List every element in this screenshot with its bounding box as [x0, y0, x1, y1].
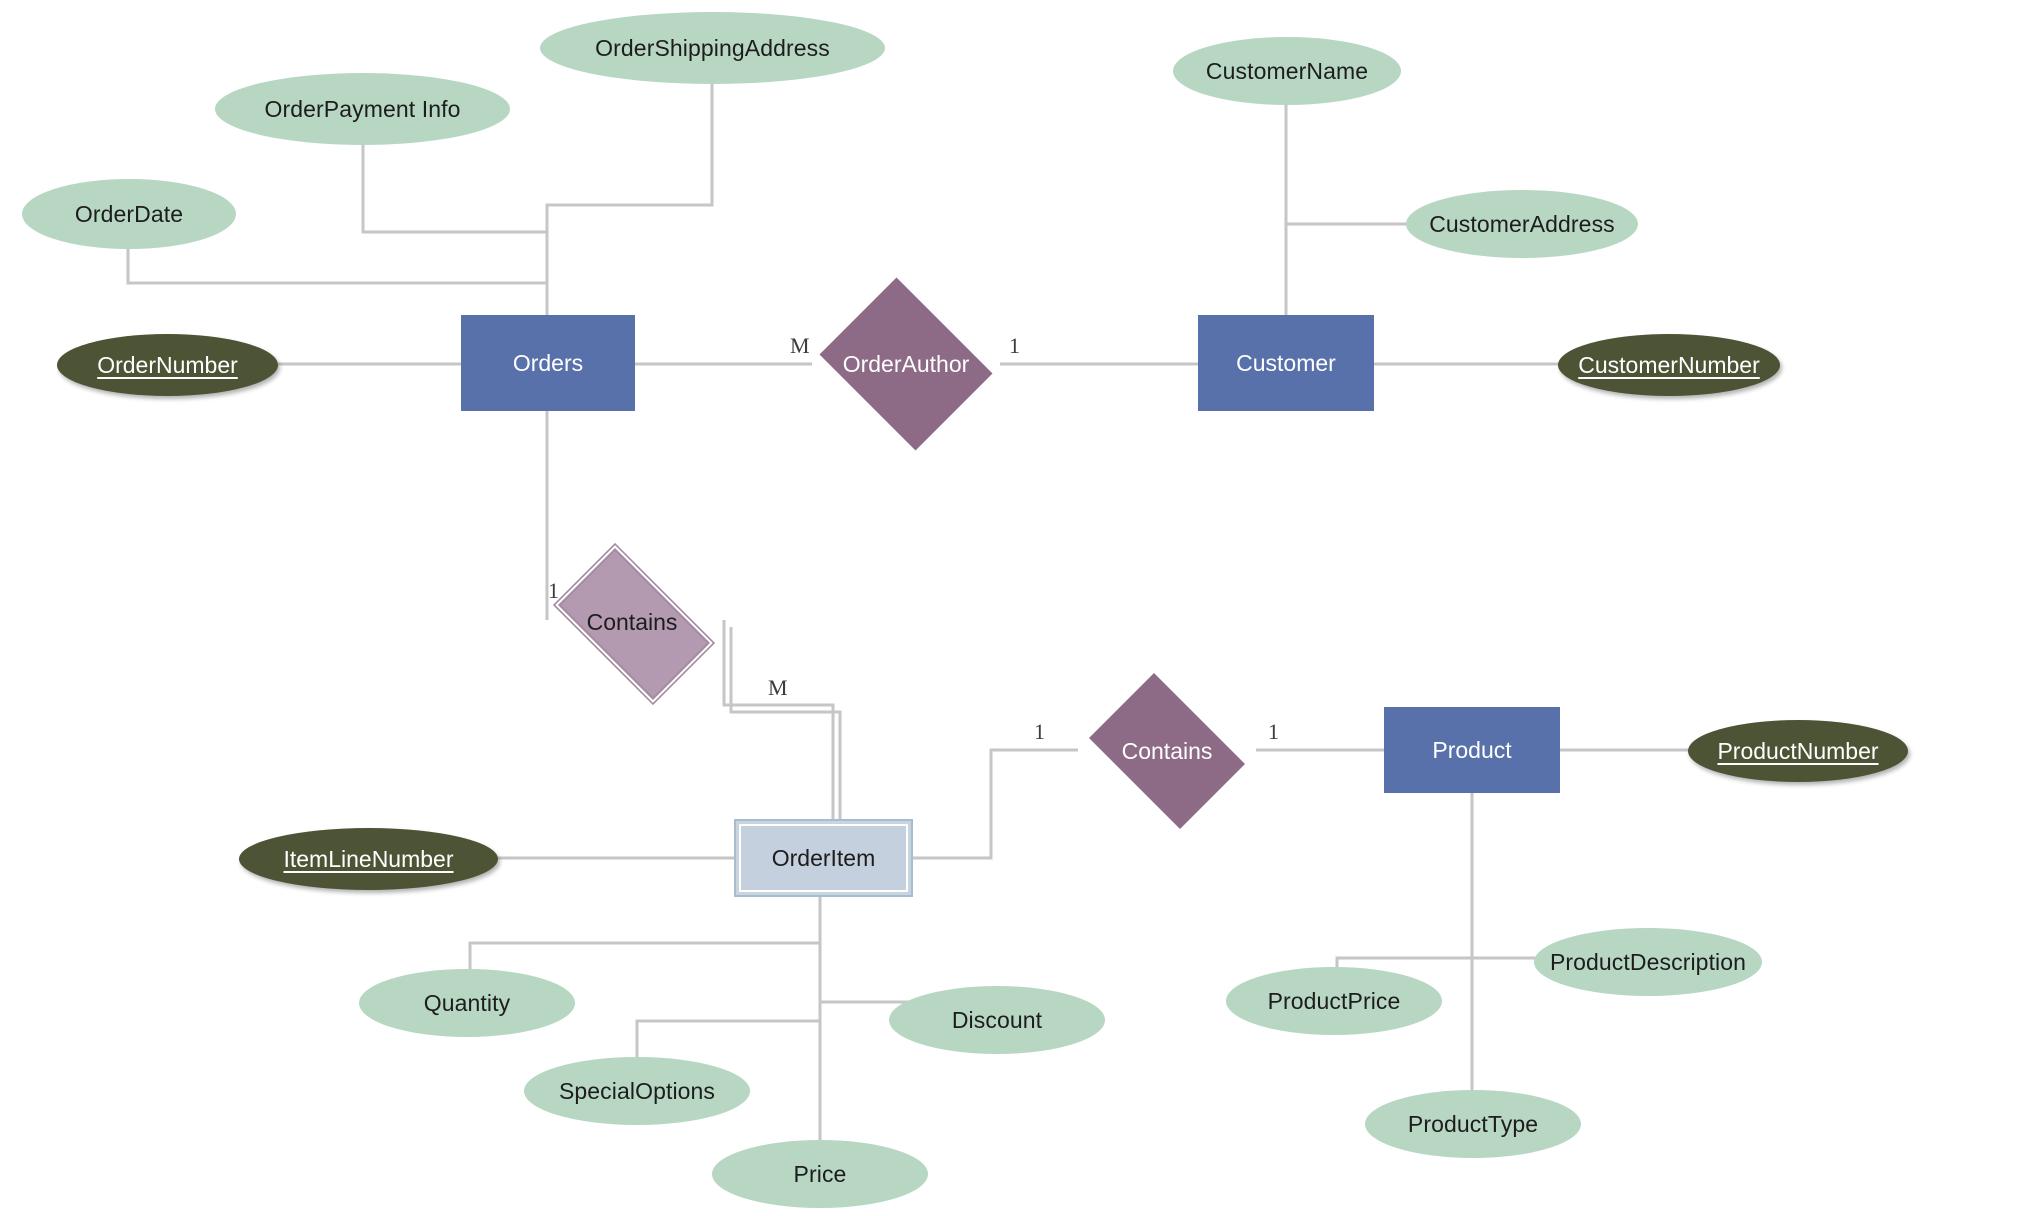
attribute-label: Price: [793, 1160, 847, 1187]
cardinality-orders-orderauthor: M: [790, 333, 810, 358]
entity-label: Orders: [512, 349, 584, 376]
attribute-label: CustomerName: [1205, 57, 1369, 84]
attribute-label: SpecialOptions: [558, 1077, 716, 1104]
attribute-label: ProductPrice: [1267, 987, 1401, 1014]
key-attribute-label: ProductNumber: [1717, 737, 1879, 764]
attribute-special-options[interactable]: SpecialOptions: [524, 1057, 750, 1125]
entity-label: Customer: [1236, 349, 1336, 376]
attribute-label: Discount: [951, 1006, 1043, 1033]
attribute-order-date[interactable]: OrderDate: [22, 179, 236, 249]
cardinality-contains-orderitem: M: [768, 675, 788, 700]
relationship-contains-product[interactable]: Contains: [1076, 673, 1258, 829]
key-attribute-label: CustomerNumber: [1578, 351, 1760, 378]
cardinality-orderitem-contains-product: 1: [1034, 719, 1045, 744]
attribute-label: CustomerAddress: [1429, 210, 1615, 237]
attribute-label: Quantity: [423, 989, 511, 1016]
attribute-order-shipping-address[interactable]: OrderShippingAddress: [540, 12, 885, 84]
attribute-customer-address[interactable]: CustomerAddress: [1406, 190, 1638, 258]
attribute-product-price[interactable]: ProductPrice: [1226, 967, 1442, 1035]
key-attribute-product-number[interactable]: ProductNumber: [1688, 720, 1908, 782]
key-attribute-label: OrderNumber: [97, 351, 238, 378]
attribute-order-payment-info[interactable]: OrderPayment Info: [215, 73, 510, 145]
entity-label: Product: [1432, 736, 1512, 763]
attribute-discount[interactable]: Discount: [889, 986, 1105, 1054]
attribute-label: OrderPayment Info: [264, 95, 461, 122]
attribute-label: OrderShippingAddress: [595, 34, 830, 61]
cardinality-orderauthor-customer: 1: [1009, 333, 1020, 358]
attribute-price[interactable]: Price: [712, 1140, 928, 1208]
attribute-quantity[interactable]: Quantity: [359, 969, 575, 1037]
attribute-customer-name[interactable]: CustomerName: [1173, 37, 1401, 105]
attribute-product-description[interactable]: ProductDescription: [1534, 928, 1762, 996]
attribute-label: ProductDescription: [1549, 948, 1747, 975]
relationship-label: Contains: [1121, 737, 1213, 764]
relationship-contains-orderitem[interactable]: Contains: [534, 543, 730, 705]
key-attribute-order-number[interactable]: OrderNumber: [57, 334, 278, 396]
key-attribute-item-line-number[interactable]: ItemLineNumber: [239, 828, 498, 890]
key-attribute-label: ItemLineNumber: [283, 845, 454, 872]
er-diagram-canvas: M 1 1 M 1 1 OrderShippingAddress OrderPa…: [0, 0, 2036, 1216]
relationship-orderauthor[interactable]: OrderAuthor: [810, 277, 1002, 451]
relationship-label: Contains: [586, 608, 678, 635]
entity-label: OrderItem: [771, 844, 876, 871]
relationship-label: OrderAuthor: [842, 350, 970, 377]
attribute-product-type[interactable]: ProductType: [1365, 1090, 1581, 1158]
attribute-label: OrderDate: [74, 200, 184, 227]
entity-product[interactable]: Product: [1384, 707, 1560, 793]
attribute-label: ProductType: [1407, 1110, 1539, 1137]
entity-orders[interactable]: Orders: [461, 315, 635, 411]
key-attribute-customer-number[interactable]: CustomerNumber: [1558, 334, 1780, 396]
entity-orderitem[interactable]: OrderItem: [734, 819, 913, 897]
entity-customer[interactable]: Customer: [1198, 315, 1374, 411]
cardinality-contains-product: 1: [1268, 719, 1279, 744]
